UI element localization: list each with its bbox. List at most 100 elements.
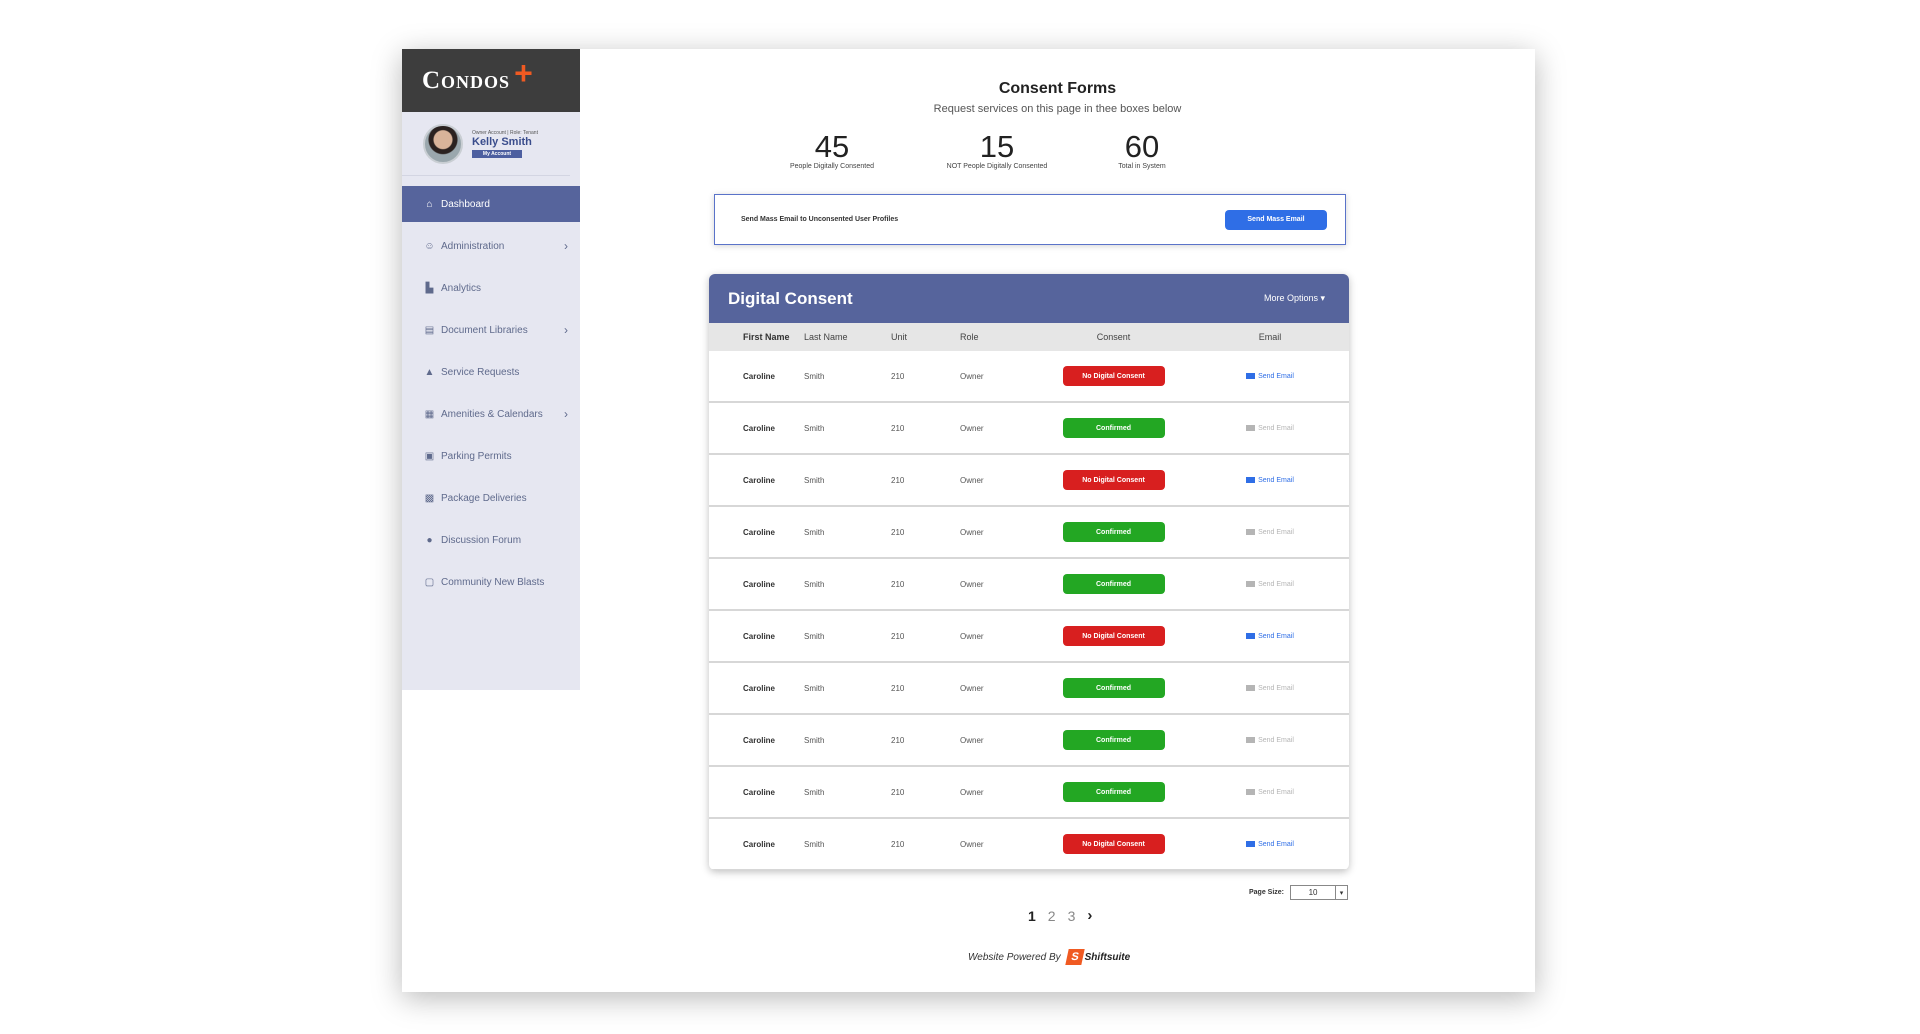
send-email-link[interactable]: Send Email xyxy=(1246,841,1294,848)
envelope-icon xyxy=(1246,425,1256,431)
table-title: Digital Consent xyxy=(728,288,853,308)
page-link-1[interactable]: 1 xyxy=(1028,908,1036,924)
send-email-label: Send Email xyxy=(1258,424,1294,432)
table-row: Caroline Smith 210 Owner No Digital Consent S… xyxy=(709,611,1349,663)
cell-role: Owner xyxy=(960,579,984,589)
sidebar-item-dashboard[interactable]: ⌂ Dashboard xyxy=(402,186,580,222)
sidebar-item-package-deliveries[interactable]: ▩ Package Deliveries xyxy=(402,480,580,516)
consent-status-badge: No Digital Consent xyxy=(1062,834,1165,854)
my-account-button[interactable]: My Account xyxy=(472,149,522,158)
cell-email: Send Email xyxy=(1191,373,1349,380)
cell-unit: 210 xyxy=(891,839,905,849)
consent-status-badge: Confirmed xyxy=(1062,522,1165,542)
sidebar-item-administration[interactable]: ☺ Administration › xyxy=(402,228,580,264)
column-first-name[interactable]: First Name xyxy=(709,332,804,342)
page-size-label: Page Size: xyxy=(1249,889,1285,896)
cell-email: Send Email xyxy=(1191,841,1349,848)
stat-value: 45 xyxy=(814,129,850,164)
cell-role: Owner xyxy=(960,423,984,433)
column-unit[interactable]: Unit xyxy=(891,332,960,342)
sidebar-item-analytics[interactable]: ▙ Analytics xyxy=(402,270,580,306)
sidebar-item-service-requests[interactable]: ▲ Service Requests xyxy=(402,354,580,390)
cell-last-name: Smith xyxy=(804,423,825,433)
column-consent[interactable]: Consent xyxy=(1036,332,1191,342)
sidebar-item-label: Parking Permits xyxy=(441,450,512,462)
cell-email: Send Email xyxy=(1191,633,1349,640)
column-role[interactable]: Role xyxy=(960,332,1036,342)
cell-consent: No Digital Consent xyxy=(1036,470,1191,490)
send-email-label: Send Email xyxy=(1258,684,1294,692)
sidebar-item-label: Amenities & Calendars xyxy=(441,408,543,420)
shiftsuite-brand[interactable]: Shiftsuite xyxy=(1085,952,1131,963)
cell-first-name: Caroline xyxy=(743,683,776,693)
cell-unit: 210 xyxy=(891,579,905,589)
envelope-icon xyxy=(1246,373,1256,379)
cell-role: Owner xyxy=(960,683,984,693)
page-size-control: Page Size: 10 ▾ xyxy=(1249,885,1349,900)
send-email-link: Send Email xyxy=(1246,425,1294,432)
sidebar-item-amenities-calendars[interactable]: ▦ Amenities & Calendars › xyxy=(402,396,580,432)
page-link-3[interactable]: 3 xyxy=(1068,908,1076,924)
cell-last-name: Smith xyxy=(804,371,825,381)
send-email-link[interactable]: Send Email xyxy=(1246,633,1294,640)
send-email-link[interactable]: Send Email xyxy=(1246,477,1294,484)
page-title: Consent Forms xyxy=(998,80,1117,97)
cell-consent: Confirmed xyxy=(1036,730,1191,750)
table-row: Caroline Smith 210 Owner No Digital Consent S… xyxy=(709,819,1349,870)
envelope-icon xyxy=(1246,529,1256,535)
cell-unit: 210 xyxy=(891,423,905,433)
cell-unit: 210 xyxy=(891,371,905,381)
column-email[interactable]: Email xyxy=(1191,332,1349,342)
cell-first-name: Caroline xyxy=(743,631,776,641)
sidebar-item-label: Package Deliveries xyxy=(441,492,527,504)
chevron-right-icon[interactable]: › xyxy=(564,407,568,421)
sidebar-item-label: Dashboard xyxy=(441,198,490,210)
cell-consent: Confirmed xyxy=(1036,522,1191,542)
calendar-icon: ▦ xyxy=(424,408,435,420)
next-page-chevron-icon[interactable]: › xyxy=(1087,907,1092,924)
avatar[interactable] xyxy=(423,123,463,164)
chart-icon: ▙ xyxy=(425,282,434,294)
chevron-right-icon[interactable]: › xyxy=(564,323,568,337)
send-email-link: Send Email xyxy=(1246,685,1294,692)
sidebar-item-discussion-forum[interactable]: ● Discussion Forum xyxy=(402,522,580,558)
send-mass-email-button[interactable]: Send Mass Email xyxy=(1225,209,1327,230)
app-window: Condos + Owner Account | Role: Tenant Ke… xyxy=(402,49,1535,992)
table-row: Caroline Smith 210 Owner Confirmed Send Email xyxy=(709,403,1349,455)
sidebar-item-parking-permits[interactable]: ▣ Parking Permits xyxy=(402,438,580,474)
send-email-label: Send Email xyxy=(1258,736,1294,744)
user-gear-icon: ☺ xyxy=(424,240,435,252)
cell-first-name: Caroline xyxy=(743,527,776,537)
page-subtitle: Request services on this page in thee bo… xyxy=(933,103,1182,115)
stat-not-consented: 15 NOT People Digitally Consented xyxy=(925,131,1069,171)
send-email-link: Send Email xyxy=(1246,789,1294,796)
consent-status-badge: Confirmed xyxy=(1062,574,1165,594)
logo[interactable]: Condos + xyxy=(402,49,580,112)
table-row: Caroline Smith 210 Owner No Digital Consent S… xyxy=(709,455,1349,507)
column-last-name[interactable]: Last Name xyxy=(804,332,891,342)
more-options-dropdown[interactable]: More Options ▾ xyxy=(1264,293,1325,304)
book-icon: ▤ xyxy=(424,324,435,336)
envelope-icon xyxy=(1246,685,1256,691)
cell-consent: No Digital Consent xyxy=(1036,834,1191,854)
send-email-link: Send Email xyxy=(1246,581,1294,588)
send-email-link[interactable]: Send Email xyxy=(1246,373,1294,380)
chevron-right-icon[interactable]: › xyxy=(564,239,568,253)
stat-consented: 45 People Digitally Consented xyxy=(778,129,886,171)
page-size-value: 10 xyxy=(1308,888,1318,897)
sidebar-item-document-libraries[interactable]: ▤ Document Libraries › xyxy=(402,312,580,348)
send-email-label: Send Email xyxy=(1258,788,1294,796)
footer-powered-by: Website Powered By S Shiftsuite xyxy=(968,949,1130,965)
page-link-2[interactable]: 2 xyxy=(1048,908,1056,924)
stat-value: 60 xyxy=(1124,129,1160,164)
sidebar-item-community-new-blasts[interactable]: ▢ Community New Blasts xyxy=(402,564,580,600)
cell-first-name: Caroline xyxy=(743,839,776,849)
page-size-select[interactable]: 10 ▾ xyxy=(1290,885,1349,900)
bell-icon: ▲ xyxy=(424,366,435,378)
sidebar-item-label: Administration xyxy=(441,240,505,252)
cell-role: Owner xyxy=(960,371,984,381)
send-email-link: Send Email xyxy=(1246,529,1294,536)
sidebar-item-label: Analytics xyxy=(441,282,482,294)
cell-consent: Confirmed xyxy=(1036,418,1191,438)
cell-first-name: Caroline xyxy=(743,423,776,433)
